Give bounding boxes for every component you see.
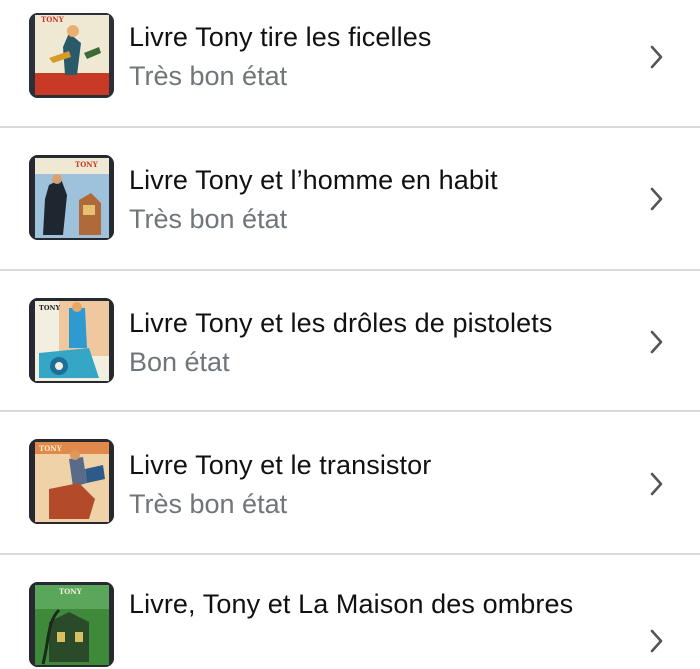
chevron-right-icon [648, 184, 666, 214]
chevron-right-icon [648, 626, 666, 656]
list-item[interactable]: TONY Livre Tony et les drôles de pistole… [0, 271, 700, 410]
svg-text:TONY: TONY [59, 587, 83, 596]
chevron-right-icon [648, 327, 666, 357]
list-item[interactable]: TONY Livre Tony et le transistor Très bo… [0, 412, 700, 553]
svg-text:TONY: TONY [75, 160, 99, 169]
item-title: Livre Tony et les drôles de pistolets [129, 308, 553, 338]
cover-illustration-1: TONY [29, 13, 114, 98]
item-title: Livre Tony et l’homme en habit [129, 165, 498, 195]
book-cover-image: TONY [29, 298, 114, 383]
list-item[interactable]: TONY Livre Tony et l’homme en habit Très… [0, 128, 700, 269]
listing-list: TONY Livre Tony tire les ficelles Très b… [0, 0, 700, 669]
item-condition: Très bon état [129, 489, 288, 519]
item-condition: Très bon état [129, 61, 288, 91]
item-title: Livre, Tony et La Maison des ombres [129, 589, 574, 619]
svg-text:TONY: TONY [39, 304, 60, 312]
cover-illustration-4: TONY [29, 439, 114, 524]
chevron-right-icon [648, 469, 666, 499]
cover-illustration-3: TONY [29, 298, 114, 383]
cover-illustration-5: TONY [29, 582, 114, 667]
book-cover-image: TONY [29, 582, 114, 667]
book-cover-image: TONY [29, 439, 114, 524]
book-cover-image: TONY [29, 155, 114, 240]
svg-text:TONY: TONY [39, 444, 63, 453]
item-condition: Très bon état [129, 204, 288, 234]
list-item[interactable]: TONY Livre, Tony et La Maison des ombres [0, 555, 700, 669]
chevron-right-icon [648, 42, 666, 72]
cover-illustration-2: TONY [29, 155, 114, 240]
item-condition: Bon état [129, 347, 230, 377]
item-title: Livre Tony tire les ficelles [129, 22, 432, 52]
book-cover-image: TONY [29, 13, 114, 98]
svg-text:TONY: TONY [41, 15, 65, 24]
item-title: Livre Tony et le transistor [129, 450, 432, 480]
list-item[interactable]: TONY Livre Tony tire les ficelles Très b… [0, 0, 700, 126]
